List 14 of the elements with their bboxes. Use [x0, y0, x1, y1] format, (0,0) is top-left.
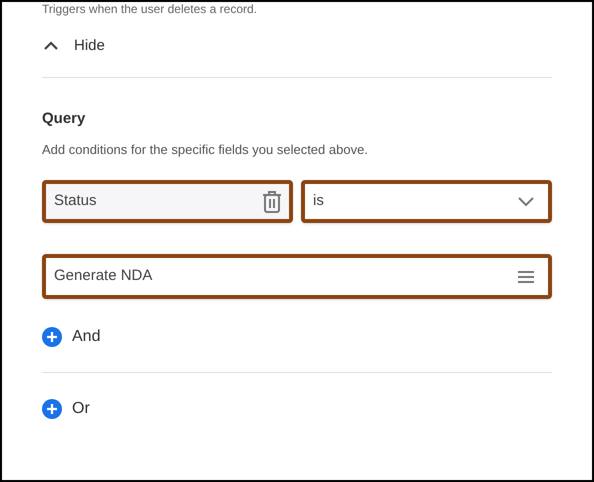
plus-icon: [42, 327, 62, 347]
value-input[interactable]: Generate NDA: [42, 254, 552, 299]
chevron-down-icon: [518, 196, 534, 206]
section-description: Add conditions for the specific fields you selected above.: [42, 141, 369, 159]
menu-icon[interactable]: [518, 270, 534, 282]
trigger-description: Triggers when the user deletes a record.: [42, 2, 258, 16]
plus-icon: [42, 399, 62, 419]
field-select[interactable]: Status: [42, 180, 293, 223]
add-condition-button[interactable]: Or: [42, 398, 90, 420]
trash-icon[interactable]: [261, 190, 283, 214]
hide-toggle[interactable]: Hide: [42, 34, 105, 58]
operator-dropdown[interactable]: is: [301, 180, 552, 223]
section-title: Query: [42, 109, 86, 129]
add-condition-button[interactable]: And: [42, 326, 100, 348]
